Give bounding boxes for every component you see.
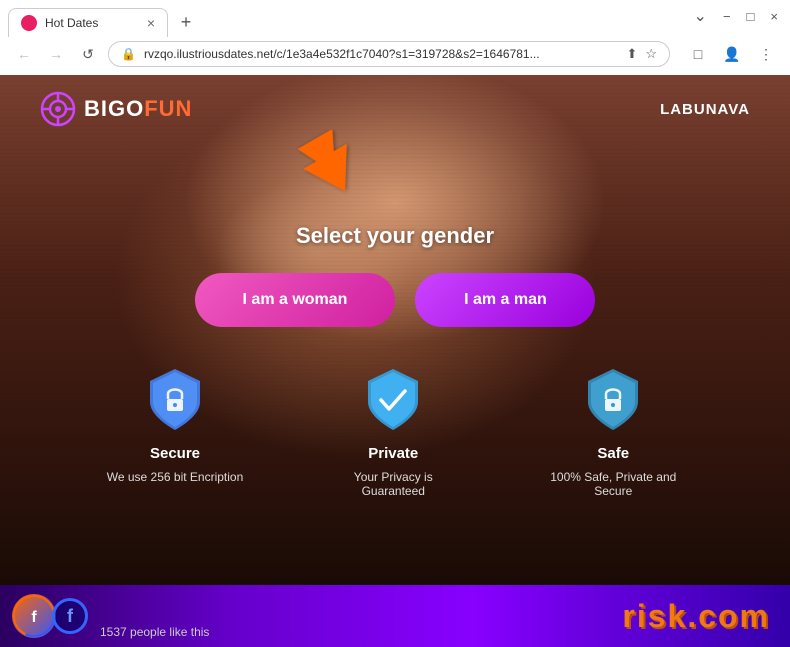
bottom-logo: f f	[12, 594, 88, 638]
arrow-indicator	[290, 130, 370, 200]
window-controls: ⌄ − □ ×	[694, 6, 778, 26]
forward-icon: →	[49, 46, 63, 62]
bottom-bar: f f 1537 people like this risk.com	[0, 585, 790, 647]
reload-button[interactable]: ↺	[76, 42, 100, 66]
extensions-icon: □	[694, 46, 702, 62]
safe-desc: 100% Safe, Private and Secure	[543, 470, 683, 498]
extensions-button[interactable]: □	[686, 42, 710, 66]
page-content: BIGOFUN LABUNAVA Select your gender I am…	[0, 75, 790, 585]
risk-watermark: risk.com	[622, 598, 770, 635]
feature-safe: Safe 100% Safe, Private and Secure	[543, 367, 683, 498]
features-section: Secure We use 256 bit Encription Private…	[67, 367, 724, 498]
active-tab[interactable]: Hot Dates ×	[8, 8, 168, 37]
chevron-down-icon: ⌄	[694, 6, 707, 26]
new-tab-button[interactable]: +	[172, 9, 200, 37]
profile-button[interactable]: 👤	[720, 42, 744, 66]
browser-actions: □ 👤 ⋮	[686, 42, 778, 66]
lock-icon: 🔒	[121, 47, 136, 61]
share-icon[interactable]: ⬆	[626, 46, 637, 62]
nav-labunava[interactable]: LABUNAVA	[660, 101, 750, 118]
private-icon	[363, 367, 423, 437]
gender-buttons: I am a woman I am a man	[195, 273, 596, 327]
url-bar[interactable]: 🔒 rvzqo.ilustriousdates.net/c/1e3a4e532f…	[108, 41, 670, 67]
feature-secure: Secure We use 256 bit Encription	[107, 367, 244, 484]
address-bar: ← → ↺ 🔒 rvzqo.ilustriousdates.net/c/1e3a…	[0, 37, 790, 75]
menu-button[interactable]: ⋮	[754, 42, 778, 66]
feature-private: Private Your Privacy is Guaranteed	[323, 367, 463, 498]
url-actions: ⬆ ☆	[626, 46, 657, 62]
tab-favicon	[21, 15, 37, 31]
main-content: Select your gender I am a woman I am a m…	[0, 143, 790, 498]
bookmark-icon[interactable]: ☆	[645, 46, 657, 62]
close-button[interactable]: ×	[770, 9, 778, 24]
likes-text: 1537 people like this	[100, 625, 209, 639]
secure-label: Secure	[150, 445, 200, 462]
fb-circle-icon: f	[12, 594, 56, 638]
secure-icon	[145, 367, 205, 437]
fb-icon: f	[52, 598, 88, 634]
secure-desc: We use 256 bit Encription	[107, 470, 244, 484]
back-button[interactable]: ←	[12, 42, 36, 66]
logo: BIGOFUN	[40, 91, 192, 127]
back-icon: ←	[17, 46, 31, 62]
tab-bar: Hot Dates × + ⌄ − □ ×	[0, 0, 790, 37]
browser-chrome: Hot Dates × + ⌄ − □ × ← → ↺ 🔒 rvzqo.ilus…	[0, 0, 790, 75]
woman-button[interactable]: I am a woman	[195, 273, 396, 327]
man-button[interactable]: I am a man	[415, 273, 595, 327]
maximize-button[interactable]: □	[747, 9, 755, 24]
svg-text:f: f	[31, 609, 37, 626]
safe-icon	[583, 367, 643, 437]
private-desc: Your Privacy is Guaranteed	[323, 470, 463, 498]
safe-label: Safe	[597, 445, 629, 462]
private-label: Private	[368, 445, 418, 462]
logo-bigo: BIGO	[84, 96, 144, 121]
site-header: BIGOFUN LABUNAVA	[0, 75, 790, 143]
menu-icon: ⋮	[759, 46, 773, 63]
tab-close-button[interactable]: ×	[147, 16, 155, 30]
profile-icon: 👤	[723, 46, 740, 63]
minimize-button[interactable]: −	[723, 9, 731, 24]
url-text: rvzqo.ilustriousdates.net/c/1e3a4e532f1c…	[144, 47, 618, 61]
tab-title: Hot Dates	[45, 16, 139, 30]
logo-text: BIGOFUN	[84, 96, 192, 122]
reload-icon: ↺	[82, 46, 94, 63]
logo-fun: FUN	[144, 96, 192, 121]
gender-title: Select your gender	[296, 223, 494, 249]
logo-icon	[40, 91, 76, 127]
forward-button[interactable]: →	[44, 42, 68, 66]
